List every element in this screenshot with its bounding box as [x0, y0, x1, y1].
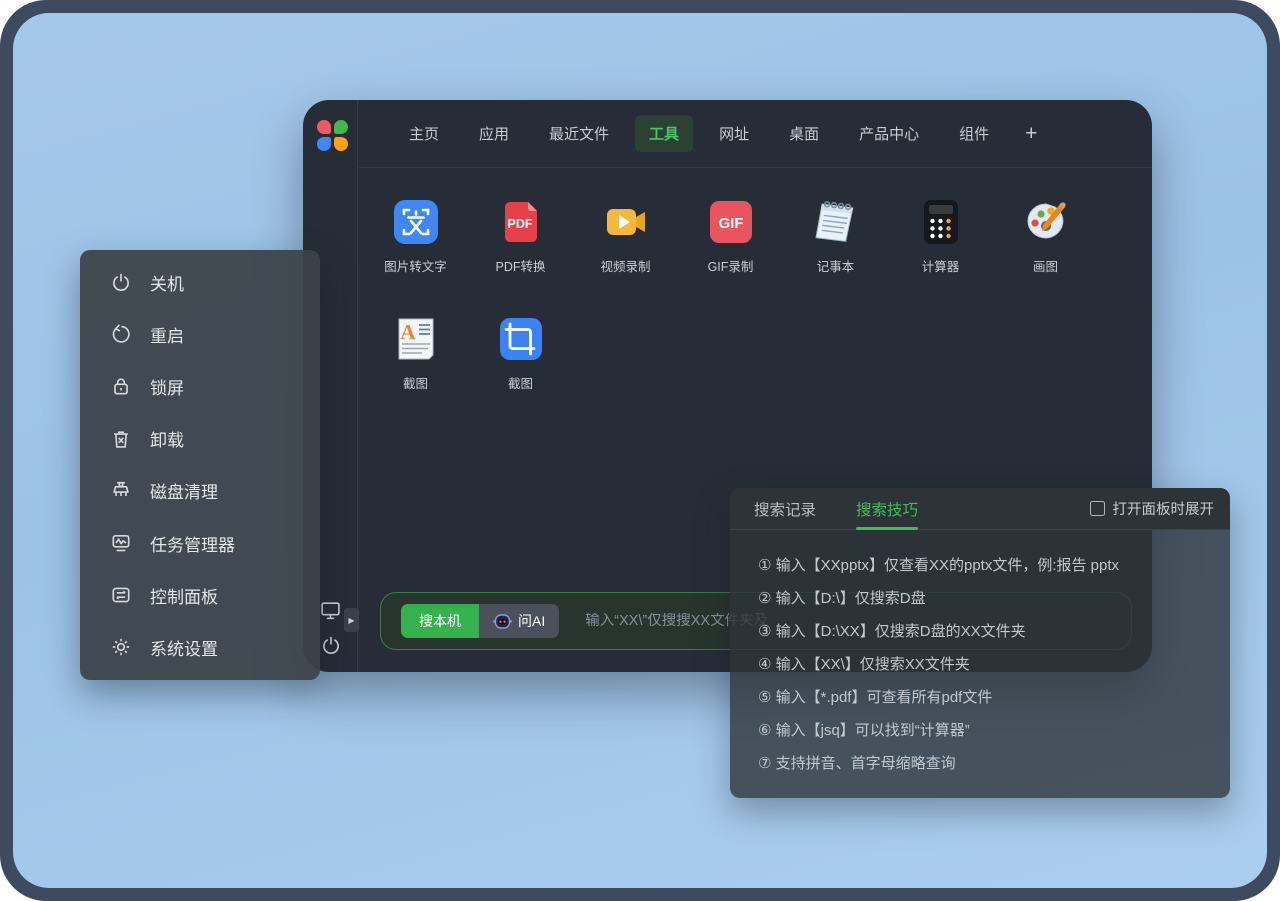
logo-petal-green	[334, 120, 348, 134]
power-icon	[110, 271, 132, 293]
tip-item: ① 输入【XXpptx】仅查看XX的pptx文件，例:报告 pptx	[758, 549, 1210, 582]
tool-label: 画图	[1033, 256, 1058, 275]
menu-item-system-settings[interactable]: 系统设置	[80, 621, 320, 673]
menu-label: 锁屏	[150, 374, 184, 399]
tab-bar: 主页 应用 最近文件 工具 网址 桌面 产品中心 组件 +	[359, 100, 1152, 168]
tool-label: PDF转换	[495, 256, 545, 275]
tool-label: GIF录制	[708, 256, 754, 275]
menu-label: 系统设置	[150, 635, 218, 660]
tab-tools[interactable]: 工具	[635, 115, 693, 152]
search-local-button[interactable]: 搜本机	[401, 604, 479, 638]
tool-label: 截图	[403, 373, 428, 392]
tab-desktop[interactable]: 桌面	[775, 115, 833, 152]
menu-label: 任务管理器	[150, 531, 235, 556]
menu-label: 关机	[150, 270, 184, 295]
tool-label: 记事本	[817, 256, 855, 275]
ask-ai-label: 问AI	[518, 611, 545, 631]
tool-video-record[interactable]: 视频录制	[573, 196, 678, 286]
tool-gif-record[interactable]: GIF GIF录制	[678, 196, 783, 286]
tool-calculator[interactable]: 计算器	[888, 196, 993, 286]
tab-home[interactable]: 主页	[395, 115, 453, 152]
restart-icon	[110, 323, 132, 345]
tab-apps[interactable]: 应用	[465, 115, 523, 152]
crop-icon	[495, 313, 547, 365]
tool-label: 视频录制	[600, 256, 650, 275]
logo-petal-red	[317, 120, 331, 134]
tool-capture-crop[interactable]: 截图	[468, 313, 573, 403]
ocr-icon	[390, 196, 442, 248]
menu-item-shutdown[interactable]: 关机	[80, 256, 320, 308]
logo-petal-orange	[334, 137, 348, 151]
control-panel-icon	[110, 584, 132, 606]
monitor-icon[interactable]	[320, 599, 342, 621]
menu-item-control-panel[interactable]: 控制面板	[80, 569, 320, 621]
expand-on-open-toggle[interactable]: 打开面板时展开	[1090, 498, 1215, 519]
tips-list: ① 输入【XXpptx】仅查看XX的pptx文件，例:报告 pptx ② 输入【…	[730, 530, 1230, 780]
tool-pdf-convert[interactable]: PDF PDF转换	[468, 196, 573, 286]
paint-icon	[1020, 196, 1072, 248]
tab-urls[interactable]: 网址	[705, 115, 763, 152]
app-logo-icon[interactable]	[317, 120, 348, 151]
settings-icon	[110, 636, 132, 658]
svg-text:GIF: GIF	[718, 215, 743, 232]
tip-item: ③ 输入【D:\XX】仅搜索D盘的XX文件夹	[758, 615, 1210, 648]
tip-item: ④ 输入【XX\】仅搜索XX文件夹	[758, 648, 1210, 681]
ask-ai-button[interactable]: 问AI	[479, 604, 559, 638]
wordpad-icon: A	[390, 313, 442, 365]
video-record-icon	[600, 196, 652, 248]
power-corner-icon[interactable]	[320, 634, 342, 656]
svg-text:PDF: PDF	[507, 217, 532, 231]
power-context-menu: 关机 重启 锁屏	[80, 250, 320, 680]
menu-item-disk-cleanup[interactable]: 磁盘清理	[80, 465, 320, 517]
menu-item-restart[interactable]: 重启	[80, 308, 320, 360]
tip-item: ② 输入【D:\】仅搜索D盘	[758, 582, 1210, 615]
tools-grid: 图片转文字 PDF PDF转换	[363, 196, 1098, 403]
add-tab-button[interactable]: +	[1015, 120, 1047, 148]
menu-item-lock-screen[interactable]: 锁屏	[80, 360, 320, 412]
tab-search-tips[interactable]: 搜索技巧	[856, 488, 918, 530]
menu-label: 重启	[150, 322, 184, 347]
tool-notepad[interactable]: 记事本	[783, 196, 888, 286]
notepad-icon	[810, 196, 862, 248]
menu-label: 磁盘清理	[150, 478, 218, 503]
disk-clean-icon	[110, 480, 132, 502]
checkbox-label: 打开面板时展开	[1113, 498, 1215, 519]
screen-frame: ▶ 主页 应用 最近文件 工具 网址 桌面 产品中心 组件 +	[0, 0, 1280, 901]
tool-paint[interactable]: 画图	[993, 196, 1098, 286]
tool-label: 截图	[508, 373, 533, 392]
gif-record-icon: GIF	[705, 196, 757, 248]
tool-label: 计算器	[922, 256, 960, 275]
tab-widgets[interactable]: 组件	[945, 115, 1003, 152]
tab-search-history[interactable]: 搜索记录	[754, 488, 816, 530]
tool-label: 图片转文字	[384, 256, 447, 275]
svg-text:A: A	[400, 320, 416, 344]
search-tips-panel: 搜索记录 搜索技巧 打开面板时展开 ① 输入【XXpptx】仅查看XX的pptx…	[730, 488, 1230, 798]
expand-arrow-button[interactable]: ▶	[344, 608, 359, 632]
tab-recent-files[interactable]: 最近文件	[535, 115, 623, 152]
calculator-icon	[915, 196, 967, 248]
menu-item-uninstall[interactable]: 卸载	[80, 413, 320, 465]
search-mode-switch: 搜本机 问AI	[401, 604, 559, 638]
lock-icon	[110, 375, 132, 397]
tip-item: ⑥ 输入【jsq】可以找到“计算器”	[758, 714, 1210, 747]
task-manager-icon	[110, 532, 132, 554]
menu-label: 控制面板	[150, 583, 218, 608]
tool-capture-wordpad[interactable]: A 截图	[363, 313, 468, 403]
tip-item: ⑦ 支持拼音、首字母缩略查询	[758, 747, 1210, 780]
robot-icon	[493, 613, 512, 630]
tip-item: ⑤ 输入【*.pdf】可查看所有pdf文件	[758, 681, 1210, 714]
menu-label: 卸载	[150, 426, 184, 451]
tool-ocr[interactable]: 图片转文字	[363, 196, 468, 286]
pdf-icon: PDF	[495, 196, 547, 248]
menu-item-task-manager[interactable]: 任务管理器	[80, 517, 320, 569]
uninstall-icon	[110, 428, 132, 450]
checkbox-icon[interactable]	[1090, 501, 1105, 516]
tab-product-center[interactable]: 产品中心	[845, 115, 933, 152]
tips-panel-header: 搜索记录 搜索技巧 打开面板时展开	[730, 488, 1230, 530]
logo-petal-blue	[317, 137, 331, 151]
